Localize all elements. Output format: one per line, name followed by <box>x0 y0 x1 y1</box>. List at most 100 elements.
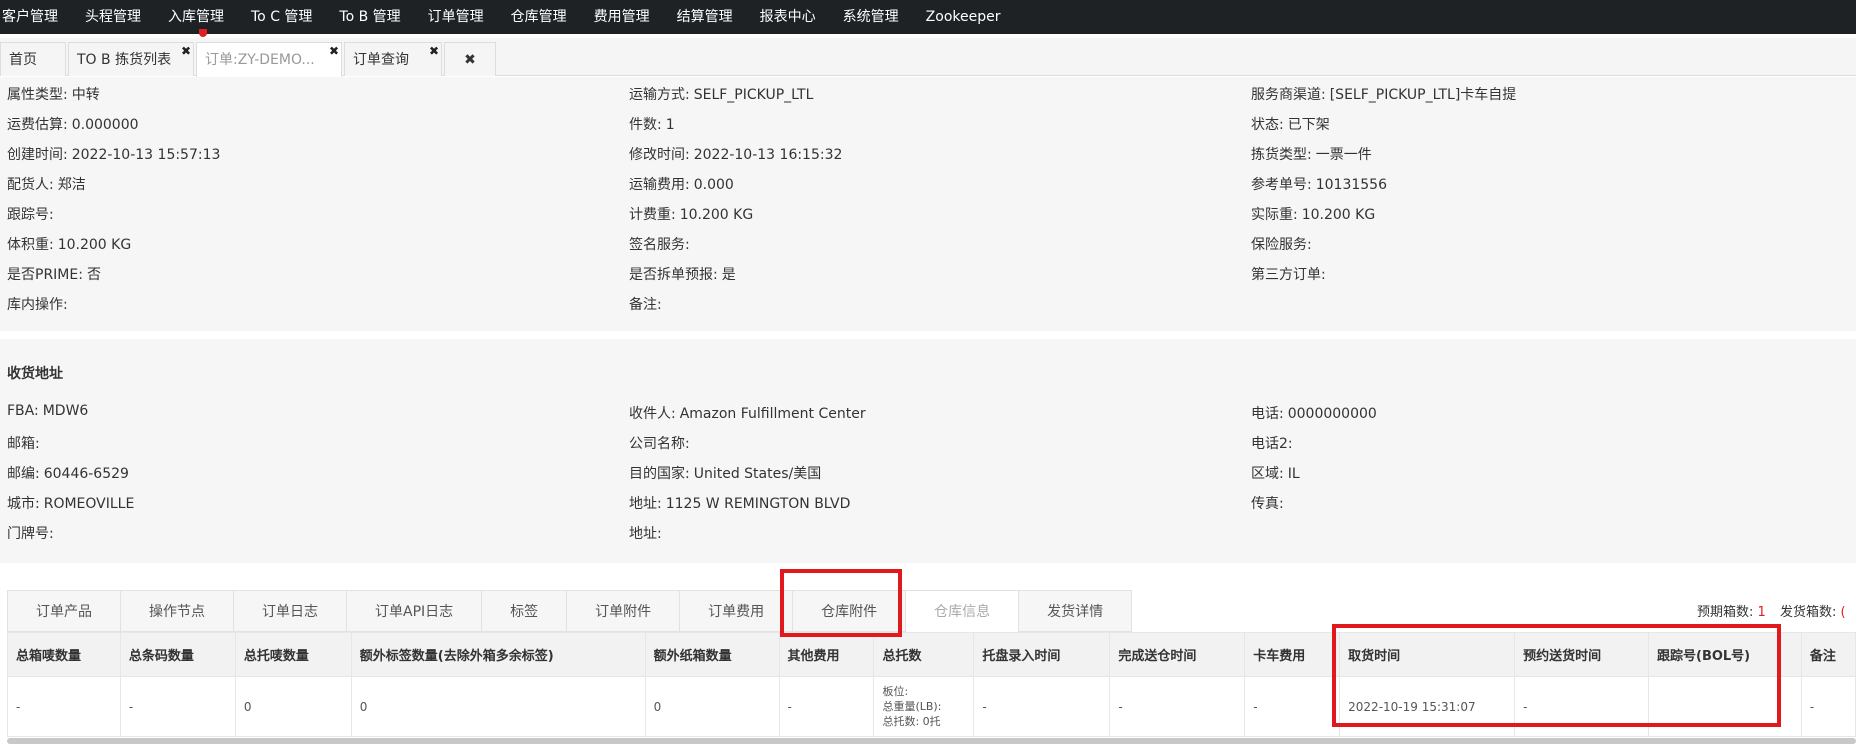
expected-boxes-label: 预期箱数: <box>1697 605 1754 620</box>
column-header-13: 备注 <box>1800 632 1856 677</box>
table-cell-7: - <box>973 676 1111 737</box>
field-value: MDW6 <box>42 403 89 419</box>
field-value: ROMEOVILLE <box>43 496 135 512</box>
detail-tab-5[interactable]: 订单附件 <box>566 590 680 632</box>
detail-tab-0[interactable]: 订单产品 <box>7 590 120 632</box>
field-col1-0: FBA: MDW6 <box>7 403 88 419</box>
column-header-12: 跟踪号(BOL号) <box>1648 632 1802 677</box>
nav-item-8[interactable]: 结算管理 <box>677 0 760 34</box>
tab-0[interactable]: 首页 <box>0 42 66 76</box>
detail-tab-8[interactable]: 仓库信息 <box>905 590 1019 632</box>
column-header-8: 完成送仓时间 <box>1109 632 1246 677</box>
field-col2-3: 地址: 1125 W REMINGTON BLVD <box>629 493 850 513</box>
field-col3-2: 区域: IL <box>1251 463 1300 483</box>
field-col1-1: 运费估算: 0.000000 <box>7 114 139 134</box>
field-value: 60446-6529 <box>43 466 129 482</box>
shipped-boxes-value: ( <box>1840 605 1846 620</box>
field-label: 配货人: <box>7 177 54 193</box>
field-label: 邮编: <box>7 466 40 482</box>
detail-tab-7[interactable]: 仓库附件 <box>792 590 906 632</box>
field-value: [SELF_PICKUP_LTL]卡车自提 <box>1329 87 1517 103</box>
field-label: 计费重: <box>629 207 676 223</box>
field-col2-2: 修改时间: 2022-10-13 16:15:32 <box>629 144 842 164</box>
field-value: 2022-10-13 16:15:32 <box>693 147 843 163</box>
column-header-5: 其他费用 <box>778 632 875 677</box>
nav-item-4[interactable]: To B 管理 <box>339 0 427 34</box>
field-col2-7: 备注: <box>629 294 666 314</box>
detail-tab-9[interactable]: 发货详情 <box>1018 590 1133 632</box>
field-value: 0.000000 <box>71 117 139 133</box>
field-value: 郑洁 <box>57 177 86 193</box>
field-col2-4: 计费重: 10.200 KG <box>629 204 753 224</box>
nav-item-10[interactable]: 系统管理 <box>843 0 926 34</box>
field-col3-6: 第三方订单: <box>1251 264 1330 284</box>
table-cell-11: - <box>1514 676 1649 737</box>
close-icon[interactable]: ✖ <box>429 44 439 58</box>
field-label: 备注: <box>629 297 662 313</box>
column-header-6: 总托数 <box>873 632 975 677</box>
field-col2-5: 签名服务: <box>629 234 694 254</box>
field-label: 运输费用: <box>629 177 690 193</box>
field-label: 目的国家: <box>629 466 690 482</box>
field-value: 1 <box>665 117 675 133</box>
field-label: 公司名称: <box>629 436 690 452</box>
field-col3-0: 电话: 0000000000 <box>1251 403 1377 423</box>
detail-tab-2[interactable]: 订单日志 <box>233 590 346 632</box>
field-col2-1: 件数: 1 <box>629 114 675 134</box>
tab-1[interactable]: TO B 拣货列表 ✖ <box>68 42 194 76</box>
nav-item-1[interactable]: 头程管理 <box>85 0 168 34</box>
field-value: SELF_PICKUP_LTL <box>693 87 814 103</box>
field-col2-6: 是否拆单预报: 是 <box>629 264 736 284</box>
field-col2-2: 目的国家: United States/美国 <box>629 463 821 483</box>
table-cell-3: 0 <box>350 676 646 737</box>
detail-tab-4[interactable]: 标签 <box>481 590 567 632</box>
detail-tab-6[interactable]: 订单费用 <box>679 590 793 632</box>
table-cell-6: 板位: 总重量(LB): 总托数: 0托 <box>873 676 975 737</box>
table-cell-5: - <box>778 676 875 737</box>
detail-tab-3[interactable]: 订单API日志 <box>346 590 482 632</box>
nav-item-5[interactable]: 订单管理 <box>428 0 511 34</box>
field-value: 1125 W REMINGTON BLVD <box>665 496 851 512</box>
field-col1-2: 邮编: 60446-6529 <box>7 463 129 483</box>
field-col2-4: 地址: <box>629 523 666 543</box>
column-header-7: 托盘录入时间 <box>973 632 1111 677</box>
active-indicator <box>199 29 207 37</box>
horizontal-scrollbar[interactable] <box>7 738 1856 744</box>
field-value: 10.200 KG <box>679 207 754 223</box>
field-label: 库内操作: <box>7 297 68 313</box>
field-label: 拣货类型: <box>1251 147 1312 163</box>
field-value: United States/美国 <box>693 466 822 482</box>
nav-item-6[interactable]: 仓库管理 <box>511 0 594 34</box>
nav-item-11[interactable]: Zookeeper <box>926 0 1028 34</box>
tab-3[interactable]: 订单查询 ✖ <box>344 42 442 76</box>
field-col3-3: 传真: <box>1251 493 1288 513</box>
field-col3-3: 参考单号: 10131556 <box>1251 174 1387 194</box>
nav-item-2[interactable]: 入库管理 <box>168 0 251 37</box>
field-value: 10.200 KG <box>57 237 132 253</box>
field-col1-1: 邮箱: <box>7 433 44 453</box>
nav-item-0[interactable]: 客户管理 <box>0 0 85 34</box>
nav-item-3[interactable]: To C 管理 <box>251 0 339 34</box>
tab-2[interactable]: 订单:ZY-DEMO... ✖ <box>196 42 342 77</box>
close-all-tabs-button[interactable]: ✖ <box>444 42 496 76</box>
field-label: 收件人: <box>629 406 676 422</box>
field-col1-4: 门牌号: <box>7 523 58 543</box>
column-header-11: 预约送货时间 <box>1514 632 1649 677</box>
field-label: 状态: <box>1251 117 1284 133</box>
tab-label: 订单:ZY-DEMO... <box>205 52 315 68</box>
field-col1-3: 城市: ROMEOVILLE <box>7 493 134 513</box>
field-label: 实际重: <box>1251 207 1298 223</box>
close-icon[interactable]: ✖ <box>181 44 191 58</box>
nav-item-7[interactable]: 费用管理 <box>594 0 677 34</box>
field-col1-3: 配货人: 郑洁 <box>7 174 86 194</box>
detail-tab-1[interactable]: 操作节点 <box>120 590 233 632</box>
field-col2-3: 运输费用: 0.000 <box>629 174 734 194</box>
table-cell-9: - <box>1244 676 1341 737</box>
column-header-4: 额外纸箱数量 <box>644 632 780 677</box>
nav-item-9[interactable]: 报表中心 <box>760 0 843 34</box>
warehouse-info-table: 总箱唛数量 总条码数量 总托唛数量 额外标签数量(去除外箱多余标签) 额外纸箱数量 其他费… <box>7 632 1856 737</box>
field-label: 是否拆单预报: <box>629 267 718 283</box>
field-value: 已下架 <box>1287 117 1330 133</box>
field-value: 否 <box>86 267 101 283</box>
close-icon[interactable]: ✖ <box>329 44 339 58</box>
